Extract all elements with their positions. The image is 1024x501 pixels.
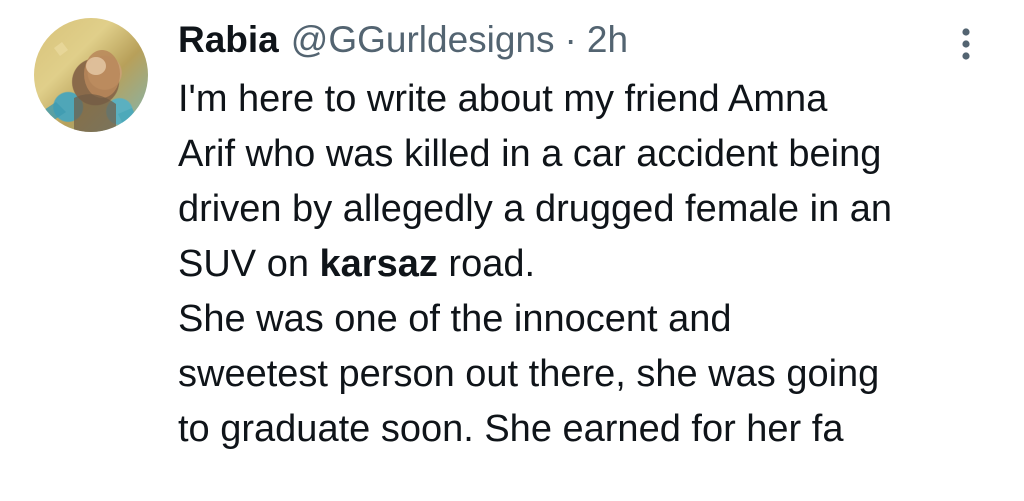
tweet-text-line: sweetest person out there, she was going [178, 347, 1008, 402]
tweet-text-segment: She was one of the innocent and [178, 298, 732, 340]
hashtag-bold-text: karsaz [319, 243, 438, 285]
tweet-text-line: I'm here to write about my friend Amna [178, 72, 1008, 127]
more-options-icon[interactable] [954, 26, 978, 62]
tweet-text-segment: Arif who was killed in a car accident be… [178, 133, 882, 175]
profile-photo-image [44, 42, 138, 132]
tweet-text-segment: road. [437, 243, 536, 285]
tweet-text-line: to graduate soon. She earned for her fa [178, 402, 1008, 457]
author-display-name[interactable]: Rabia [178, 16, 279, 64]
tweet-text-segment: sweetest person out there, she was going [178, 353, 880, 395]
tweet-text-line: driven by allegedly a drugged female in … [178, 182, 1008, 237]
tweet-text-segment: I'm here to write about my friend Amna [178, 78, 828, 120]
author-handle[interactable]: @GGurldesigns [291, 16, 555, 64]
tweet-text-segment: driven by allegedly a drugged female in … [178, 188, 893, 230]
tweet-text-line: Arif who was killed in a car accident be… [178, 127, 1008, 182]
tweet-text-line: SUV on karsaz road. [178, 237, 1008, 292]
tweet[interactable]: Rabia @GGurldesigns · 2h I'm here to wri… [0, 0, 1024, 501]
tweet-text-segment: to graduate soon. She earned for her fa [178, 408, 844, 450]
tweet-header: Rabia @GGurldesigns · 2h [178, 16, 628, 64]
separator-dot: · [564, 19, 577, 60]
tweet-text: I'm here to write about my friend Amna Ar… [178, 72, 1008, 457]
tweet-timestamp[interactable]: 2h [587, 16, 628, 64]
tweet-text-line: She was one of the innocent and [178, 292, 1008, 347]
avatar[interactable] [34, 18, 148, 132]
tweet-text-segment: SUV on [178, 243, 320, 285]
